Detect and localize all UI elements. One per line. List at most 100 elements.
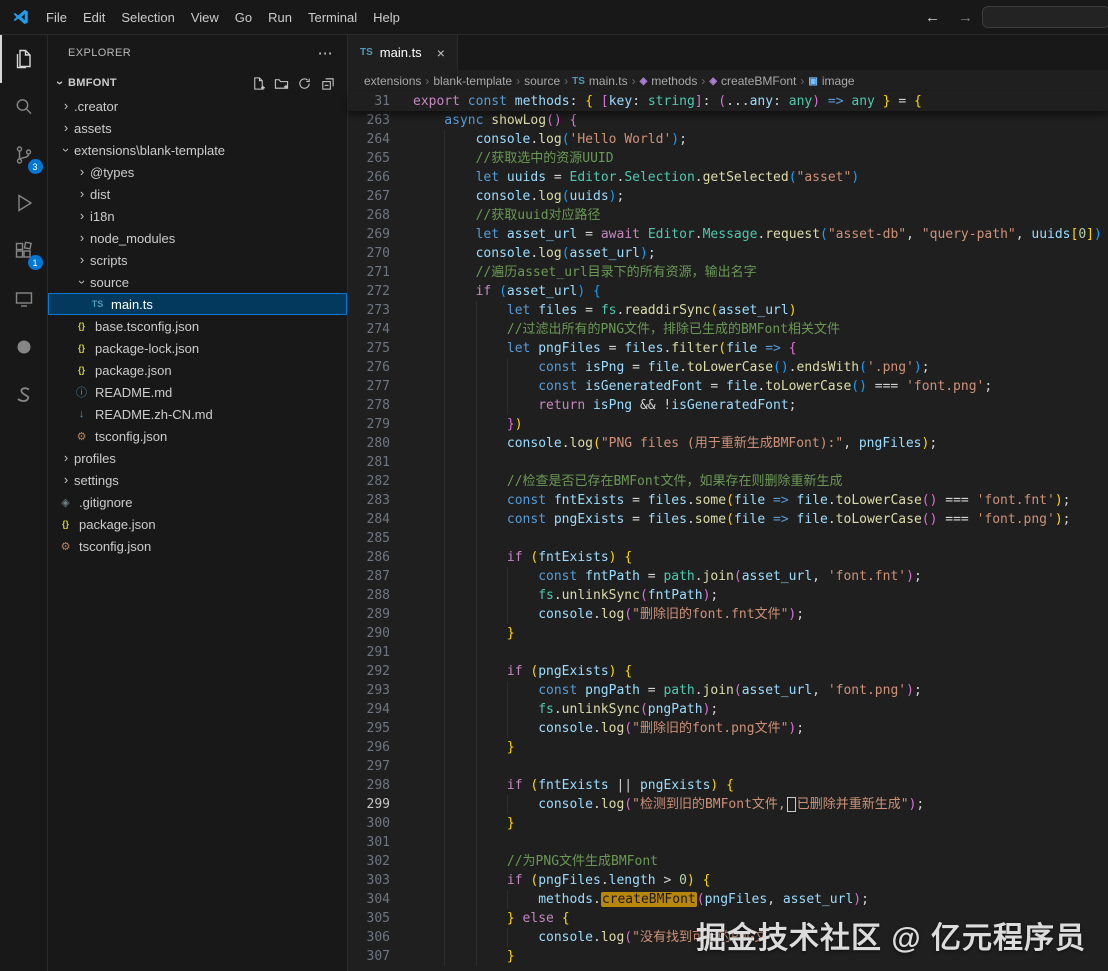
code-line[interactable]: 268//获取uuid对应路径 [348,206,1108,225]
code-line[interactable]: 270console.log(asset_url); [348,244,1108,263]
back-icon[interactable]: ← [916,9,949,26]
code-line[interactable]: 291 [348,643,1108,662]
code-line[interactable]: 296} [348,738,1108,757]
code-lines[interactable]: 263async showLog() {264console.log('Hell… [348,111,1108,971]
code-line[interactable]: 274//过滤出所有的PNG文件，排除已生成的BMFont相关文件 [348,320,1108,339]
tree-item-settings[interactable]: ›settings [48,469,347,491]
code-line[interactable]: 289console.log("删除旧的font.fnt文件"); [348,605,1108,624]
refresh-icon[interactable] [297,76,312,91]
tree-item-i18n[interactable]: ›i18n [48,205,347,227]
code-line[interactable]: 31export const methods: { [key: string]:… [348,92,1108,111]
code-line[interactable]: 304methods.createBMFont(pngFiles, asset_… [348,890,1108,909]
menu-selection[interactable]: Selection [113,6,182,29]
breadcrumb-item-image[interactable]: ▣image [808,74,854,88]
search-icon[interactable] [0,83,48,131]
menu-edit[interactable]: Edit [75,6,113,29]
extension-tool-icon[interactable] [0,323,48,371]
tree-item--types[interactable]: ›@types [48,161,347,183]
breadcrumb-item-main.ts[interactable]: TSmain.ts [572,74,627,88]
command-center-searchbox[interactable] [982,6,1108,28]
menu-help[interactable]: Help [365,6,408,29]
code-line[interactable]: 277const isGeneratedFont = file.toLowerC… [348,377,1108,396]
code-line[interactable]: 293const pngPath = path.join(asset_url, … [348,681,1108,700]
code-line[interactable]: 269let asset_url = await Editor.Message.… [348,225,1108,244]
code-line[interactable]: 278return isPng && !isGeneratedFont; [348,396,1108,415]
tree-item-assets[interactable]: ›assets [48,117,347,139]
tree-item-scripts[interactable]: ›scripts [48,249,347,271]
tree-item-package-lock-json[interactable]: {}package-lock.json [48,337,347,359]
source-control-icon[interactable]: 3 [0,131,48,179]
tab-main-ts[interactable]: TS main.ts × [348,35,458,70]
tree-item-extensions-blank-template[interactable]: ›extensions\blank-template [48,139,347,161]
tree-item-package-json[interactable]: {}package.json [48,359,347,381]
s-tool-icon[interactable] [0,371,48,419]
indent-guide [413,890,444,909]
section-bmfont[interactable]: › BMFONT [48,71,347,95]
breadcrumb-item-methods[interactable]: ◈methods [640,74,698,88]
tree-item-node-modules[interactable]: ›node_modules [48,227,347,249]
breadcrumb-item-createbmfont[interactable]: ◈createBMFont [709,74,796,88]
collapse-all-icon[interactable] [320,76,335,91]
code-line[interactable]: 284const pngExists = files.some(file => … [348,510,1108,529]
code-line[interactable]: 264console.log('Hello World'); [348,130,1108,149]
code-line[interactable]: 286if (fntExists) { [348,548,1108,567]
tree-item-profiles[interactable]: ›profiles [48,447,347,469]
explorer-icon[interactable] [0,35,48,83]
menu-file[interactable]: File [38,6,75,29]
code-line[interactable]: 281 [348,453,1108,472]
code-line[interactable]: 279}) [348,415,1108,434]
tree-item-source[interactable]: ›source [48,271,347,293]
breadcrumb-item-extensions[interactable]: extensions [364,74,421,88]
tree-item-readme-zh-cn-md[interactable]: ↓README.zh-CN.md [48,403,347,425]
tree-item--creator[interactable]: ›.creator [48,95,347,117]
code-line[interactable]: 280console.log("PNG files (用于重新生成BMFont)… [348,434,1108,453]
tree-item--gitignore[interactable]: ◈.gitignore [48,491,347,513]
tree-item-dist[interactable]: ›dist [48,183,347,205]
code-line[interactable]: 298if (fntExists || pngExists) { [348,776,1108,795]
tree-item-base-tsconfig-json[interactable]: {}base.tsconfig.json [48,315,347,337]
forward-icon[interactable]: → [949,9,982,26]
code-line[interactable]: 283const fntExists = files.some(file => … [348,491,1108,510]
new-file-icon[interactable] [251,76,266,91]
more-actions-icon[interactable]: ⋯ [318,44,333,62]
breadcrumb-item-blank-template[interactable]: blank-template [433,74,512,88]
code-line[interactable]: 266let uuids = Editor.Selection.getSelec… [348,168,1108,187]
code-line[interactable]: 290} [348,624,1108,643]
breadcrumb-item-source[interactable]: source [524,74,560,88]
menu-view[interactable]: View [183,6,227,29]
code-line[interactable]: 302//为PNG文件生成BMFont [348,852,1108,871]
remote-explorer-icon[interactable] [0,275,48,323]
code-line[interactable]: 282//检查是否已存在BMFont文件，如果存在则删除重新生成 [348,472,1108,491]
code-line[interactable]: 303if (pngFiles.length > 0) { [348,871,1108,890]
code-line[interactable]: 272if (asset_url) { [348,282,1108,301]
code-line[interactable]: 265//获取选中的资源UUID [348,149,1108,168]
new-folder-icon[interactable] [274,76,289,91]
tree-item-readme-md[interactable]: ⓘREADME.md [48,381,347,403]
menu-go[interactable]: Go [227,6,260,29]
code-line[interactable]: 276const isPng = file.toLowerCase().ends… [348,358,1108,377]
code-line[interactable]: 271//遍历asset_url目录下的所有资源，输出名字 [348,263,1108,282]
code-line[interactable]: 275let pngFiles = files.filter(file => { [348,339,1108,358]
code-line[interactable]: 292if (pngExists) { [348,662,1108,681]
code-line[interactable]: 267console.log(uuids); [348,187,1108,206]
code-line[interactable]: 273let files = fs.readdirSync(asset_url) [348,301,1108,320]
code-line[interactable]: 294fs.unlinkSync(pngPath); [348,700,1108,719]
tree-item-main-ts[interactable]: TSmain.ts [48,293,347,315]
tree-item-package-json[interactable]: {}package.json [48,513,347,535]
extensions-icon[interactable]: 1 [0,227,48,275]
code-line[interactable]: 299console.log("检测到旧的BMFont文件,已删除并重新生成")… [348,795,1108,814]
code-line[interactable]: 300} [348,814,1108,833]
code-line[interactable]: 288fs.unlinkSync(fntPath); [348,586,1108,605]
code-line[interactable]: 295console.log("删除旧的font.png文件"); [348,719,1108,738]
code-line[interactable]: 287const fntPath = path.join(asset_url, … [348,567,1108,586]
code-line[interactable]: 263async showLog() { [348,111,1108,130]
close-icon[interactable]: × [437,45,445,61]
code-line[interactable]: 297 [348,757,1108,776]
code-line[interactable]: 285 [348,529,1108,548]
menu-terminal[interactable]: Terminal [300,6,365,29]
tree-item-tsconfig-json[interactable]: ⚙tsconfig.json [48,535,347,557]
tree-item-tsconfig-json[interactable]: ⚙tsconfig.json [48,425,347,447]
run-debug-icon[interactable] [0,179,48,227]
code-line[interactable]: 301 [348,833,1108,852]
menu-run[interactable]: Run [260,6,300,29]
